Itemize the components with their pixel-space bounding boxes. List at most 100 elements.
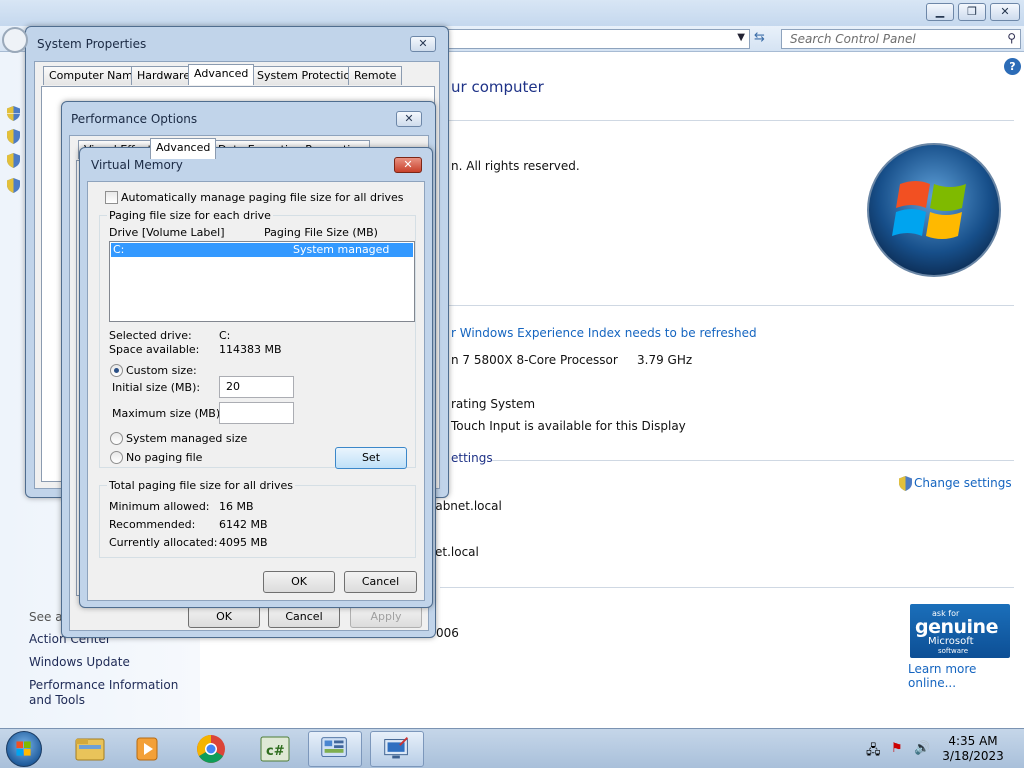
column-header-drive: Drive [Volume Label] <box>109 226 225 239</box>
minimum-allowed-value: 16 MB <box>219 500 254 513</box>
auto-manage-label: Automatically manage paging file size fo… <box>121 191 404 204</box>
ok-button[interactable]: OK <box>263 571 335 593</box>
genuine-line: software <box>938 647 969 655</box>
paging-file-group: Paging file size for each drive Drive [V… <box>99 209 416 469</box>
genuine-line: Microsoft <box>928 636 974 647</box>
volume-icon[interactable]: 🔊 <box>914 741 930 756</box>
group-label: Total paging file size for all drives <box>107 479 296 492</box>
notification-area: 🖧 ⚑ 🔊 <box>866 741 936 759</box>
shield-icon <box>7 178 20 193</box>
start-button[interactable] <box>6 731 42 767</box>
close-button[interactable]: ✕ <box>410 36 436 52</box>
recommended-value: 6142 MB <box>219 518 268 531</box>
close-button[interactable]: ✕ <box>396 111 422 127</box>
network-icon[interactable]: 🖧 <box>866 741 881 763</box>
drive-letter: C: <box>113 243 125 256</box>
drive-list[interactable]: C: System managed <box>109 241 415 322</box>
clock-time: 4:35 AM <box>948 734 998 748</box>
list-item[interactable]: C: System managed <box>111 243 413 257</box>
maximize-button[interactable]: ❐ <box>958 3 986 21</box>
control-panel-taskbar-icon[interactable] <box>308 731 362 767</box>
no-paging-radio[interactable] <box>110 451 123 464</box>
cancel-button[interactable]: Cancel <box>344 571 417 593</box>
shield-icon <box>7 106 20 121</box>
auto-manage-checkbox[interactable] <box>105 191 118 204</box>
tab-advanced[interactable]: Advanced <box>150 138 217 159</box>
virtual-memory-dialog: Virtual Memory ✕ Automatically manage pa… <box>79 147 433 608</box>
tab-advanced[interactable]: Advanced <box>188 64 255 85</box>
clock-date: 3/18/2023 <box>942 749 1004 763</box>
shield-icon <box>899 476 912 491</box>
tab-hardware[interactable]: Hardware <box>131 66 197 85</box>
genuine-microsoft-badge[interactable]: ask for genuine Microsoft software <box>910 604 1010 658</box>
custom-size-radio[interactable] <box>110 364 123 377</box>
shield-icon <box>7 129 20 144</box>
os-type-text: rating System <box>451 397 536 411</box>
ok-button[interactable]: OK <box>188 606 260 628</box>
currently-allocated-value: 4095 MB <box>219 536 268 549</box>
section-heading-settings: ettings <box>451 451 493 465</box>
shield-icon <box>7 153 20 168</box>
drive-paging-size: System managed <box>293 243 390 256</box>
divider <box>440 305 1014 306</box>
touch-text: Touch Input is available for this Displa… <box>451 419 686 433</box>
chevron-down-icon[interactable]: ▼ <box>737 32 745 43</box>
custom-size-label: Custom size: <box>126 364 197 377</box>
selected-drive-label: Selected drive: <box>109 329 192 342</box>
help-icon[interactable]: ? <box>1004 58 1021 75</box>
initial-size-input[interactable]: 20 <box>219 376 294 398</box>
tab-system-protection[interactable]: System Protection <box>251 66 364 85</box>
no-paging-label: No paging file <box>126 451 203 464</box>
recommended-label: Recommended: <box>109 518 196 531</box>
product-id-text: 006 <box>436 626 459 640</box>
change-settings-link[interactable]: Change settings <box>914 476 1012 490</box>
media-player-taskbar-icon[interactable] <box>120 731 174 767</box>
column-header-size: Paging File Size (MB) <box>264 226 378 239</box>
genuine-line: genuine <box>915 616 998 638</box>
tab-strip: Computer Name Hardware Advanced System P… <box>39 64 435 88</box>
system-properties-taskbar-icon[interactable] <box>370 731 424 767</box>
close-button[interactable]: ✕ <box>394 157 422 173</box>
minimize-button[interactable]: ▁ <box>926 3 954 21</box>
dialog-title: Performance Options <box>71 112 198 126</box>
minimum-allowed-label: Minimum allowed: <box>109 500 210 513</box>
apply-button[interactable]: Apply <box>350 606 422 628</box>
wei-refresh-link[interactable]: r Windows Experience Index needs to be r… <box>451 326 757 340</box>
taskbar: c# 🖧 ⚑ 🔊 4:35 AM 3/18/2023 <box>0 728 1024 768</box>
refresh-icon[interactable]: ⇆ <box>754 30 774 48</box>
set-button[interactable]: Set <box>335 447 407 469</box>
search-icon[interactable]: ⚲ <box>1007 31 1016 45</box>
navigation-orb-icon <box>2 27 28 53</box>
address-field[interactable]: ▼ <box>440 29 750 49</box>
explorer-taskbar-icon[interactable] <box>62 731 116 767</box>
svg-text:c#: c# <box>266 744 285 759</box>
space-available-value: 114383 MB <box>219 343 282 356</box>
tab-remote[interactable]: Remote <box>348 66 403 85</box>
learn-more-link[interactable]: Learn more online... <box>908 662 1024 690</box>
maximum-size-input[interactable] <box>219 402 294 424</box>
left-link-performance-info[interactable]: Performance Information and Tools <box>29 678 199 708</box>
total-paging-group: Total paging file size for all drives Mi… <box>99 479 416 558</box>
virtual-memory-body: Automatically manage paging file size fo… <box>87 181 425 601</box>
close-button[interactable]: ✕ <box>990 3 1020 21</box>
system-managed-radio[interactable] <box>110 432 123 445</box>
control-panel-titlebar: ▁ ❐ ✕ <box>0 0 1024 26</box>
processor-text: n 7 5800X 8-Core Processor <box>451 353 618 367</box>
dialog-title: Virtual Memory <box>91 158 183 172</box>
processor-speed: 3.79 GHz <box>637 353 693 367</box>
currently-allocated-label: Currently allocated: <box>109 536 218 549</box>
divider <box>492 460 1014 461</box>
divider <box>440 587 1014 588</box>
windows-logo <box>866 142 1002 278</box>
search-input[interactable]: Search Control Panel ⚲ <box>781 29 1021 49</box>
cancel-button[interactable]: Cancel <box>268 606 340 628</box>
csharp-app-taskbar-icon[interactable]: c# <box>248 731 302 767</box>
left-link-windows-update[interactable]: Windows Update <box>29 655 130 669</box>
system-clock[interactable]: 4:35 AM 3/18/2023 <box>938 734 1008 764</box>
divider <box>440 120 1014 121</box>
chrome-taskbar-icon[interactable] <box>184 731 238 767</box>
action-center-flag-icon[interactable]: ⚑ <box>891 741 903 756</box>
page-heading: ur computer <box>451 78 544 96</box>
domain-text: labnet.local <box>432 499 502 513</box>
search-placeholder: Search Control Panel <box>790 32 916 46</box>
